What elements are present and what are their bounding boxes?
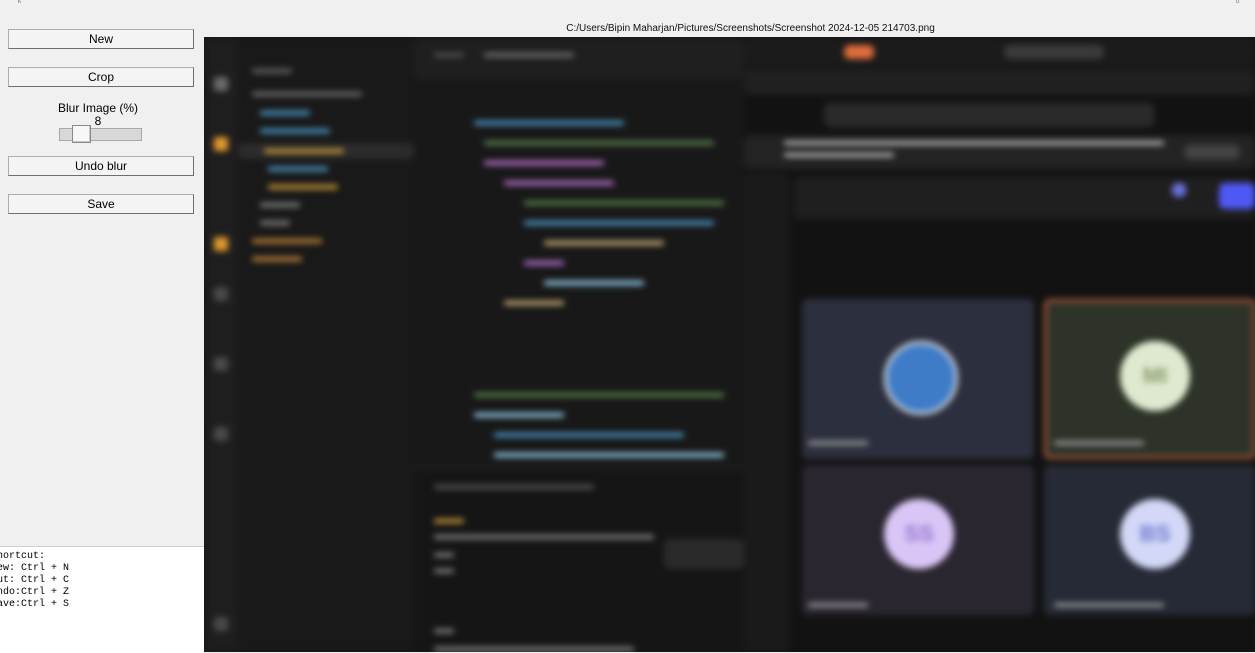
participant-avatar-mi: MI: [1120, 341, 1190, 411]
window-edge-mark-left: ᵏ: [18, 0, 22, 7]
undo-blur-button[interactable]: Undo blur: [8, 156, 194, 176]
editor-activity-bar: [204, 37, 238, 652]
loaded-screenshot[interactable]: MI SS BS: [204, 37, 1255, 652]
save-button[interactable]: Save: [8, 194, 194, 214]
participant-initials-bs: BS: [1139, 521, 1171, 546]
image-viewer: C:/Users/Bipin Maharjan/Pictures/Screens…: [204, 10, 1255, 652]
new-button[interactable]: New: [8, 29, 194, 49]
crop-button[interactable]: Crop: [8, 67, 194, 87]
window-edge-mark-right: ᵒ: [1236, 0, 1240, 7]
control-panel: New Crop Blur Image (%) 8 Undo blur Save…: [0, 10, 204, 653]
editor-explorer: [238, 37, 414, 652]
window-top-strip: ᵏ ᵒ: [0, 0, 1255, 10]
participant-initials-ss: SS: [904, 521, 934, 546]
shortcut-cut: ut: Ctrl + C: [0, 575, 70, 586]
participant-avatar-ss: SS: [884, 499, 954, 569]
participant-photo-avatar: [884, 341, 958, 415]
meeting-window: MI SS BS: [744, 37, 1255, 652]
participant-initials-mi: MI: [1142, 363, 1168, 388]
editor-terminal: [414, 467, 744, 652]
shortcut-new: ew: Ctrl + N: [0, 563, 70, 574]
shortcut-header: hortcut:: [0, 551, 46, 562]
shortcut-save: ave:Ctrl + S: [0, 599, 70, 610]
participant-avatar-bs: BS: [1120, 499, 1190, 569]
image-path-title: C:/Users/Bipin Maharjan/Pictures/Screens…: [566, 23, 935, 34]
shortcut-undo: ndo:Ctrl + Z: [0, 587, 70, 598]
blur-value: 8: [94, 114, 102, 128]
blur-slider-handle[interactable]: [72, 125, 91, 143]
blur-image-label: Blur Image (%): [57, 101, 139, 115]
shortcut-help-box: hortcut: ew: Ctrl + N ut: Ctrl + C ndo:C…: [0, 546, 204, 653]
